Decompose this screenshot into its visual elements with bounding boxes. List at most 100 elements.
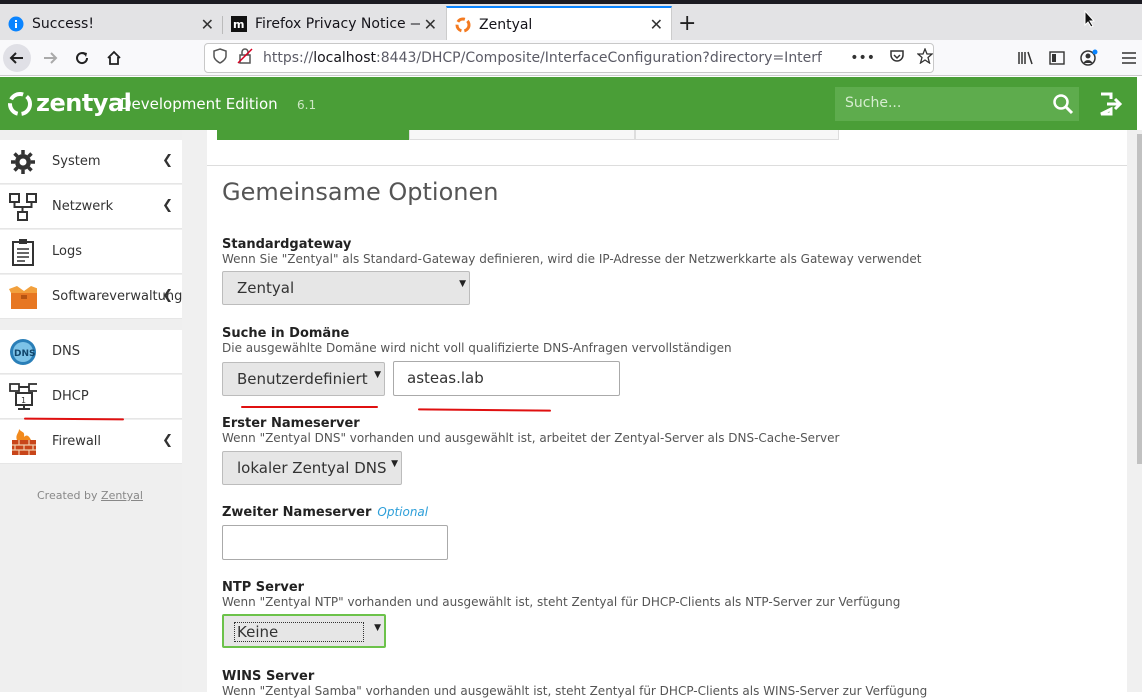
zentyal-favicon <box>455 17 471 33</box>
sidebar-item-label: Firewall <box>52 434 102 449</box>
zentyal-link[interactable]: Zentyal <box>101 489 143 502</box>
sidebar: System ❮ Netzwerk ❮ Logs Softwareverwalt… <box>0 130 182 692</box>
tab-strip <box>217 130 839 140</box>
sidebar-item-firewall[interactable]: Firewall ❮ <box>0 420 182 464</box>
close-tab-icon[interactable]: ✕ <box>201 15 214 34</box>
insecure-lock-icon[interactable] <box>237 48 253 68</box>
url-host: localhost <box>313 50 377 66</box>
domain-select-value: Benutzerdefiniert <box>237 370 368 388</box>
gateway-label: Standardgateway <box>222 237 352 252</box>
gateway-select-value: Zentyal <box>237 279 295 297</box>
sidebar-item-label: Logs <box>52 244 82 259</box>
created-by-text: Created by <box>37 489 98 502</box>
browser-tab[interactable]: m Firefox Privacy Notice — ✕ <box>223 8 445 40</box>
new-tab-button[interactable]: + <box>678 11 696 36</box>
browser-tab-bar: Success! ✕ m Firefox Privacy Notice — ✕ … <box>0 0 1142 42</box>
domain-input[interactable]: asteas.lab <box>393 361 620 396</box>
svg-text:1: 1 <box>21 396 26 405</box>
version-label: 6.1 <box>297 98 317 112</box>
url-prefix: https:// <box>263 50 314 66</box>
tab[interactable] <box>409 130 635 140</box>
ns1-select-value: lokaler Zentyal DNS <box>237 459 387 477</box>
tab[interactable] <box>635 130 839 140</box>
ns1-help: Wenn "Zentyal DNS" vorhanden und ausgewä… <box>222 431 840 445</box>
back-button[interactable] <box>3 44 31 72</box>
home-button[interactable] <box>100 44 128 72</box>
ns2-input[interactable] <box>222 525 448 560</box>
dropdown-arrow-icon: ▼ <box>459 279 466 289</box>
mozilla-icon: m <box>231 16 247 32</box>
shield-icon[interactable] <box>213 48 227 68</box>
sidebar-item-system[interactable]: System ❮ <box>0 140 182 184</box>
ns1-select[interactable]: lokaler Zentyal DNS ▼ <box>222 451 402 485</box>
bookmark-star-icon[interactable] <box>916 47 934 68</box>
ns2-label: Zweiter Nameserver Optional <box>222 505 428 520</box>
dropdown-arrow-icon: ▼ <box>374 623 381 633</box>
ns2-label-text: Zweiter Nameserver <box>222 505 372 520</box>
sidebar-item-netzwerk[interactable]: Netzwerk ❮ <box>0 185 182 229</box>
url-bar[interactable]: https://localhost:8443/DHCP/Composite/In… <box>204 43 934 73</box>
dns-icon: DNS <box>9 338 37 366</box>
dropdown-arrow-icon: ▼ <box>374 370 381 380</box>
search-button[interactable] <box>1047 87 1079 121</box>
dropdown-arrow-icon: ▼ <box>391 459 398 469</box>
mouse-cursor-icon <box>1084 9 1096 32</box>
url-path: :8443/DHCP/Composite/InterfaceConfigurat… <box>376 50 823 66</box>
zentyal-logo-icon[interactable] <box>7 91 33 121</box>
logout-button[interactable] <box>1098 91 1126 117</box>
app-header: zentyal Development Edition 6.1 Suche... <box>0 77 1137 130</box>
gateway-select[interactable]: Zentyal ▼ <box>222 271 470 305</box>
page-actions-button[interactable]: ••• <box>850 50 875 66</box>
browser-tab[interactable]: Success! ✕ <box>0 8 222 40</box>
domain-select[interactable]: Benutzerdefiniert ▼ <box>222 362 385 396</box>
created-by: Created by Zentyal <box>37 489 143 502</box>
domain-label: Suche in Domäne <box>222 326 350 341</box>
sidebar-item-label: DNS <box>52 344 80 359</box>
sidebar-item-label: DHCP <box>52 389 89 404</box>
browser-nav-bar: https://localhost:8443/DHCP/Composite/In… <box>0 40 1142 76</box>
account-icon[interactable] <box>1075 44 1103 72</box>
sidebar-item-dns[interactable]: DNS DNS <box>0 330 182 374</box>
tab-active[interactable] <box>217 130 409 140</box>
chevron-left-icon: ❮ <box>162 288 173 303</box>
ntp-label: NTP Server <box>222 580 305 595</box>
edition-label: Development Edition <box>120 95 278 113</box>
tab-title: Firefox Privacy Notice — <box>255 16 420 32</box>
info-icon <box>8 16 24 32</box>
logout-icon <box>1100 92 1123 116</box>
clipboard-icon <box>9 238 37 266</box>
chevron-left-icon: ❮ <box>162 153 173 168</box>
svg-text:m: m <box>233 18 244 31</box>
sidebar-item-label: System <box>52 154 101 169</box>
search-icon <box>1053 94 1074 115</box>
zentyal-logo[interactable]: zentyal <box>36 89 132 117</box>
close-tab-icon[interactable]: ✕ <box>424 15 437 34</box>
sidebar-item-label: Netzwerk <box>52 199 114 214</box>
library-icon[interactable] <box>1012 44 1040 72</box>
scrollbar-thumb[interactable] <box>1137 134 1142 464</box>
optional-hint: Optional <box>377 505 429 519</box>
search-input[interactable]: Suche... <box>835 87 1047 121</box>
ntp-select[interactable]: Keine ▼ <box>222 614 386 648</box>
tab-title: Zentyal <box>479 17 533 33</box>
wins-label: WINS Server <box>222 669 315 684</box>
dhcp-icon: 1 <box>9 382 37 411</box>
section-title: Gemeinsame Optionen <box>222 178 499 206</box>
domain-help: Die ausgewählte Domäne wird nicht voll q… <box>222 341 732 355</box>
pocket-icon[interactable] <box>889 48 905 68</box>
sidebar-item-logs[interactable]: Logs <box>0 230 182 274</box>
reload-button[interactable] <box>68 44 96 72</box>
sidebar-item-dhcp[interactable]: 1 DHCP <box>0 375 182 419</box>
menu-icon[interactable] <box>1115 44 1142 72</box>
sidebar-toggle-icon[interactable] <box>1043 44 1071 72</box>
package-icon <box>9 283 37 311</box>
forward-button[interactable] <box>36 44 64 72</box>
browser-tab-active[interactable]: Zentyal ✕ <box>446 6 672 42</box>
svg-text:DNS: DNS <box>14 349 36 359</box>
close-tab-icon[interactable]: ✕ <box>650 15 663 34</box>
divider <box>207 165 1127 166</box>
url-text: https://localhost:8443/DHCP/Composite/In… <box>263 50 822 66</box>
ns1-label: Erster Nameserver <box>222 416 360 431</box>
sidebar-item-softwareverwaltung[interactable]: Softwareverwaltung ❮ <box>0 275 182 319</box>
ntp-select-value: Keine <box>234 622 364 642</box>
